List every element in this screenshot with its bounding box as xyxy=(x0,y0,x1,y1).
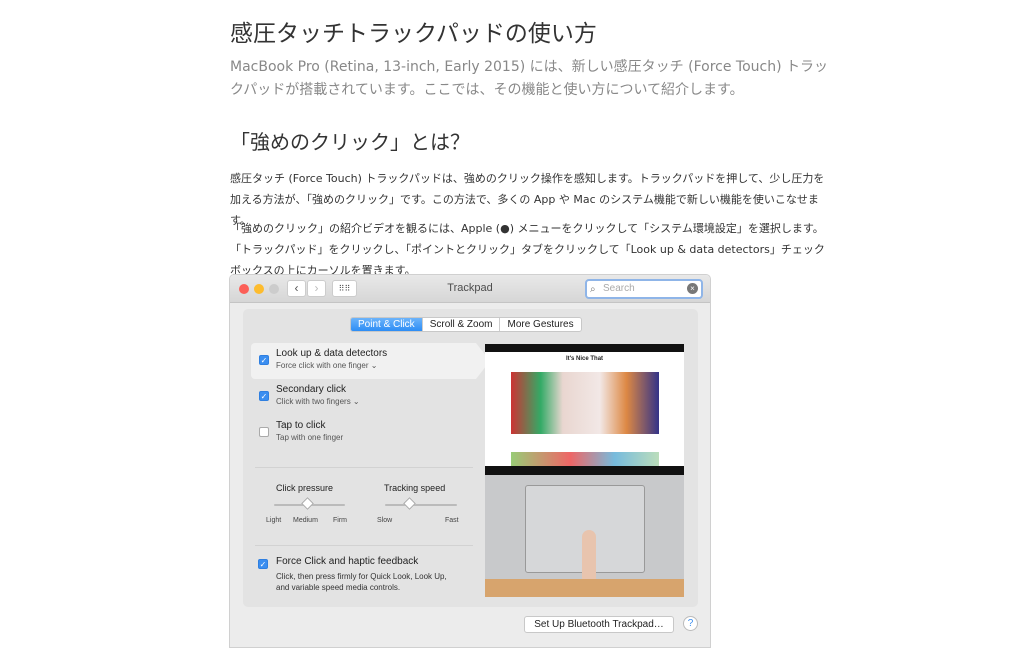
look-up-gesture-dropdown[interactable]: Force click with one finger ⌄ xyxy=(276,361,377,370)
secondary-click-dropdown[interactable]: Click with two fingers ⌄ xyxy=(276,397,360,406)
force-click-label: Force Click and haptic feedback xyxy=(276,556,419,567)
option-label: Secondary click xyxy=(276,384,347,395)
option-sub: Click with two fingers xyxy=(276,397,351,406)
tick-medium: Medium xyxy=(293,517,318,524)
click-pressure-label: Click pressure xyxy=(276,483,334,493)
apple-logo-icon: ● xyxy=(500,222,510,235)
tracking-speed-knob[interactable] xyxy=(403,497,417,510)
tick-fast: Fast xyxy=(445,517,459,524)
force-click-description: Click, then press firmly for Quick Look,… xyxy=(276,571,447,593)
tap-to-click-checkbox[interactable] xyxy=(259,427,269,437)
option-secondary-click[interactable]: ✓ Secondary click Click with two fingers… xyxy=(251,379,476,415)
desc-line: Click, then press firmly for Quick Look,… xyxy=(276,572,447,581)
settings-panel: Point & Click Scroll & Zoom More Gesture… xyxy=(243,309,698,607)
secondary-click-checkbox[interactable]: ✓ xyxy=(259,391,269,401)
tab-bar: Point & Click Scroll & Zoom More Gesture… xyxy=(350,317,582,332)
look-up-checkbox[interactable]: ✓ xyxy=(259,355,269,365)
preview-artwork xyxy=(511,372,659,434)
gesture-preview-video: It's Nice That xyxy=(485,344,684,597)
desk xyxy=(485,579,684,597)
tick-firm: Firm xyxy=(333,517,347,524)
intro-text: MacBook Pro (Retina, 13-inch, Early 2015… xyxy=(230,59,828,98)
page-title: 感圧タッチトラックパッドの使い方 xyxy=(230,21,597,47)
tab-scroll-zoom[interactable]: Scroll & Zoom xyxy=(421,318,500,331)
tick-light: Light xyxy=(266,517,282,524)
paragraph-2-text: 「強めのクリック」の紹介ビデオを観るには、Apple ( xyxy=(230,222,501,235)
option-sub: Force click with one finger xyxy=(276,361,369,370)
option-sub: Tap with one finger xyxy=(276,433,344,442)
search-input[interactable]: ⌕ Search × xyxy=(585,279,703,299)
force-click-checkbox[interactable]: ✓ xyxy=(258,559,268,569)
tracking-speed-label: Tracking speed xyxy=(384,483,446,493)
tick-slow: Slow xyxy=(377,517,393,524)
preview-site-title: It's Nice That xyxy=(565,356,604,362)
title-bar: ‹ › ⠿⠿ Trackpad ⌕ Search × xyxy=(230,275,710,303)
search-placeholder: Search xyxy=(603,283,635,294)
chevron-down-icon: ⌄ xyxy=(352,397,360,406)
option-tap-to-click[interactable]: Tap to click Tap with one finger xyxy=(251,415,476,451)
divider xyxy=(255,545,473,546)
chevron-down-icon: ⌄ xyxy=(370,361,378,370)
tab-more-gestures[interactable]: More Gestures xyxy=(499,318,581,331)
browser-bar xyxy=(485,344,684,352)
setup-bluetooth-trackpad-button[interactable]: Set Up Bluetooth Trackpad… xyxy=(524,616,674,633)
option-look-up[interactable]: ✓ Look up & data detectors Force click w… xyxy=(251,343,476,379)
help-button[interactable]: ? xyxy=(683,616,698,631)
desc-line: and variable speed media controls. xyxy=(276,583,401,592)
divider xyxy=(255,467,473,468)
section-heading: 「強めのクリック」とは？ xyxy=(230,130,470,154)
tab-point-click[interactable]: Point & Click xyxy=(351,318,422,331)
paragraph-2: 「強めのクリック」の紹介ビデオを観るには、Apple (●) メニューをクリック… xyxy=(230,218,830,281)
trackpad-preferences-window: ‹ › ⠿⠿ Trackpad ⌕ Search × Point & Click… xyxy=(229,274,711,648)
keyboard-row xyxy=(485,466,684,475)
tracking-speed-slider[interactable] xyxy=(385,504,457,506)
option-label: Look up & data detectors xyxy=(276,348,388,359)
click-pressure-knob[interactable] xyxy=(301,497,314,510)
search-icon: ⌕ xyxy=(590,284,596,295)
option-label: Tap to click xyxy=(276,420,326,431)
clear-search-icon[interactable]: × xyxy=(687,283,698,294)
